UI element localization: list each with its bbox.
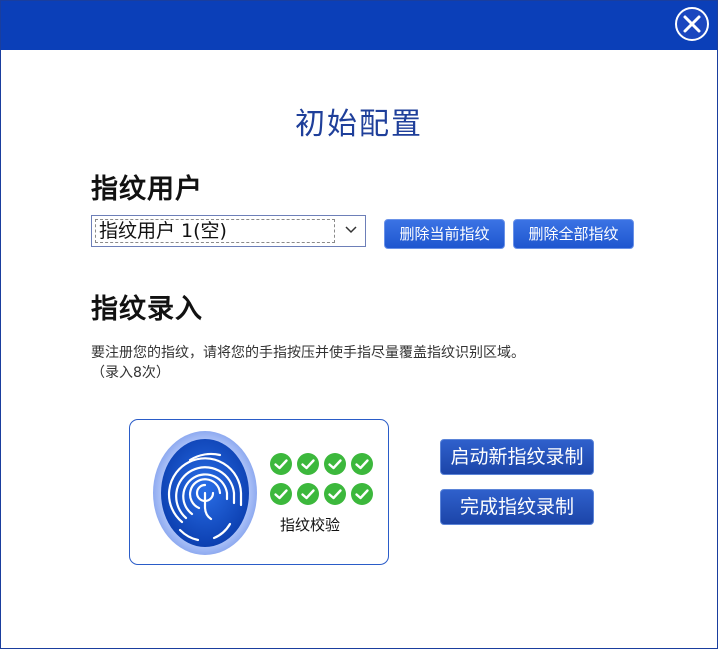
start-enroll-button[interactable]: 启动新指纹录制 xyxy=(440,439,594,475)
instruction-line-2: （录入8次） xyxy=(91,365,170,381)
config-window: 初始配置 指纹用户 指纹用户 1(空) 删除当前指纹 删除全部指纹 指纹录入 要… xyxy=(0,0,718,649)
user-select-value: 指纹用户 1(空) xyxy=(95,219,335,243)
fingerprint-enroll-heading: 指纹录入 xyxy=(91,294,203,325)
close-button[interactable] xyxy=(675,7,709,41)
enroll-progress-checks xyxy=(270,453,380,505)
check-icon xyxy=(324,483,346,505)
finish-enroll-button[interactable]: 完成指纹录制 xyxy=(440,489,594,525)
check-icon xyxy=(297,483,319,505)
page-title: 初始配置 xyxy=(295,107,423,142)
verify-label: 指纹校验 xyxy=(280,516,341,534)
enroll-status-card: 指纹校验 xyxy=(129,419,389,565)
instruction-line-1: 要注册您的指纹，请将您的手指按压并使手指尽量覆盖指纹识别区域。 xyxy=(91,345,525,361)
check-icon xyxy=(351,483,373,505)
delete-all-fingerprints-button[interactable]: 删除全部指纹 xyxy=(513,219,634,249)
title-bar xyxy=(1,1,717,50)
check-icon xyxy=(270,453,292,475)
user-select[interactable]: 指纹用户 1(空) xyxy=(91,215,366,247)
close-icon xyxy=(683,15,701,33)
chevron-down-icon xyxy=(345,226,357,234)
check-icon xyxy=(297,453,319,475)
check-icon xyxy=(324,453,346,475)
check-icon xyxy=(270,483,292,505)
enroll-instructions: 要注册您的指纹，请将您的手指按压并使手指尽量覆盖指纹识别区域。 （录入8次） xyxy=(91,343,525,383)
check-icon xyxy=(351,453,373,475)
delete-current-fingerprint-button[interactable]: 删除当前指纹 xyxy=(384,219,505,249)
fingerprint-icon xyxy=(152,430,258,556)
fingerprint-user-heading: 指纹用户 xyxy=(91,174,203,205)
